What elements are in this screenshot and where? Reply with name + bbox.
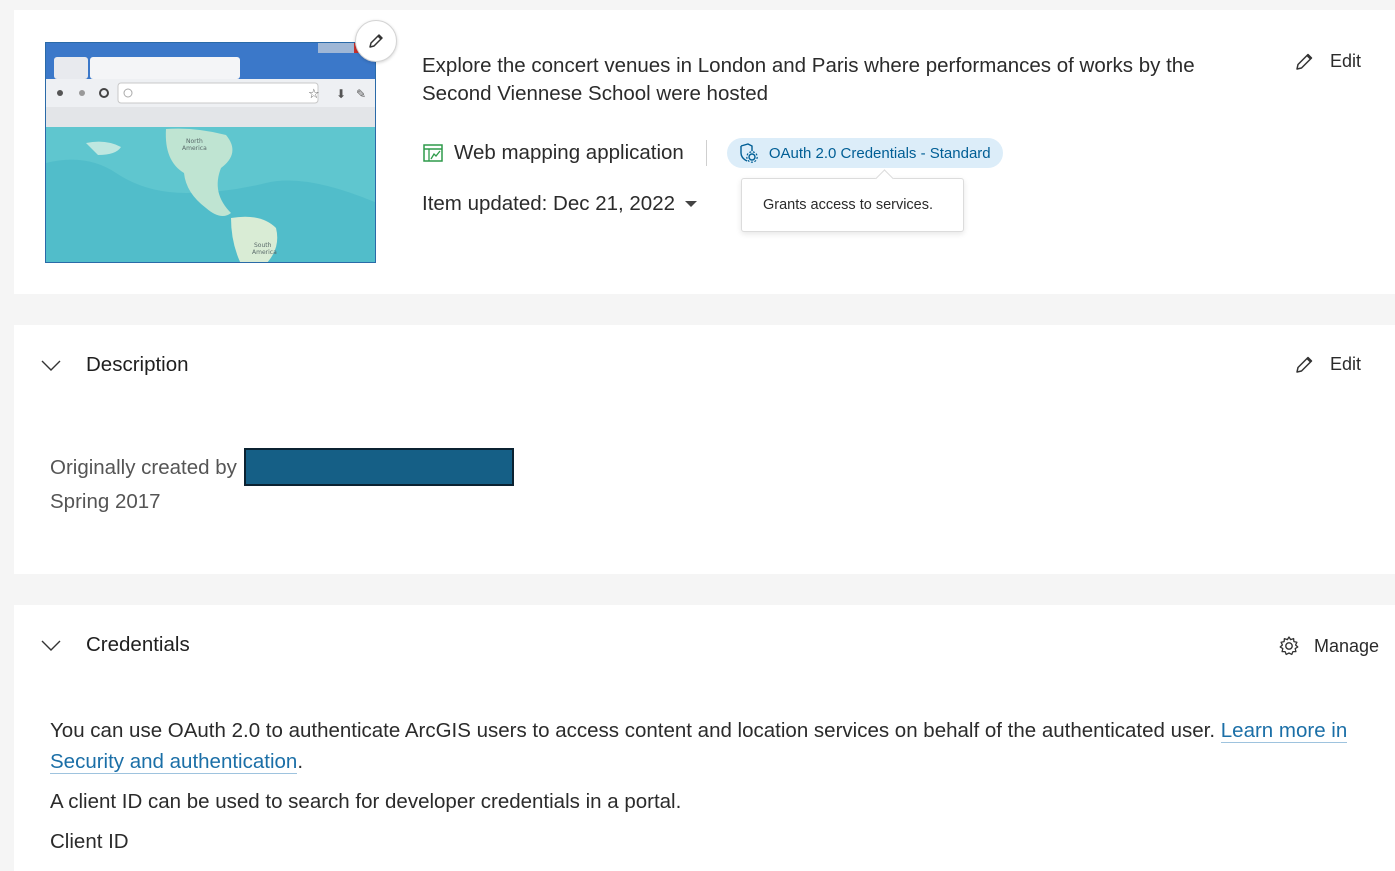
web-map-app-icon: [422, 142, 444, 164]
thumbnail-edit-button[interactable]: [355, 20, 397, 62]
item-thumbnail: ☆ ⬇ ✎ North America South America: [45, 42, 376, 263]
svg-text:South: South: [254, 242, 272, 249]
oauth-credentials-badge[interactable]: OAuth 2.0 Credentials - Standard: [726, 138, 1003, 168]
svg-text:North: North: [186, 138, 203, 145]
edit-label: Edit: [1330, 353, 1362, 374]
pencil-icon: [366, 31, 386, 51]
edit-label: Edit: [1330, 50, 1362, 71]
description-title: Description: [86, 353, 189, 376]
credentials-intro-paragraph: You can use OAuth 2.0 to authenticate Ar…: [50, 715, 1370, 777]
intro-end: .: [297, 750, 304, 773]
credentials-gear-icon: [737, 142, 759, 164]
pencil-icon: [1294, 353, 1316, 375]
svg-text:☆: ☆: [308, 87, 320, 102]
item-type-label: Web mapping application: [454, 141, 684, 164]
credentials-body: You can use OAuth 2.0 to authenticate Ar…: [50, 715, 1370, 857]
chevron-down-icon: [40, 638, 62, 652]
manage-label: Manage: [1314, 635, 1380, 656]
credentials-card: Credentials Manage You can use OAuth 2.0…: [14, 605, 1395, 871]
description-card: Description Edit Originally created by S…: [14, 325, 1395, 574]
description-line-2: Spring 2017: [50, 490, 161, 513]
svg-text:✎: ✎: [356, 87, 366, 101]
client-id-label: Client ID: [50, 830, 129, 853]
description-body: Originally created by Spring 2017: [50, 448, 514, 517]
description-edit-button[interactable]: Edit: [1294, 353, 1361, 375]
item-updated-label: Item updated: Dec 21, 2022: [422, 192, 676, 215]
badge-tooltip: Grants access to services.: [741, 178, 964, 232]
pencil-icon: [1294, 50, 1316, 72]
svg-text:America: America: [182, 145, 207, 152]
item-overview-card: ☆ ⬇ ✎ North America South America Explor…: [14, 10, 1395, 294]
credentials-intro: You can use OAuth 2.0 to authenticate Ar…: [50, 719, 1216, 742]
client-id-note: A client ID can be used to search for de…: [50, 790, 682, 813]
tooltip-text: Grants access to services.: [763, 197, 934, 213]
description-toggle[interactable]: Description: [40, 353, 189, 377]
summary-edit-button[interactable]: Edit: [1294, 50, 1361, 72]
gear-icon: [1278, 635, 1300, 657]
badge-label: OAuth 2.0 Credentials - Standard: [768, 144, 991, 162]
item-summary: Explore the concert venues in London and…: [422, 54, 1195, 105]
caret-down-icon: [685, 201, 698, 207]
item-type-row: Web mapping application OAuth 2.0 Creden…: [422, 138, 1003, 168]
manage-credentials-button[interactable]: Manage: [1278, 635, 1379, 657]
description-line-1: Originally created by: [50, 455, 237, 479]
chevron-down-icon: [40, 358, 62, 372]
divider: [705, 140, 707, 166]
credentials-toggle[interactable]: Credentials: [40, 633, 190, 657]
svg-text:America: America: [252, 249, 277, 256]
svg-text:⬇: ⬇: [336, 87, 346, 101]
redacted-name: [243, 448, 514, 486]
item-updated-dropdown[interactable]: Item updated: Dec 21, 2022: [422, 192, 698, 216]
credentials-title: Credentials: [86, 633, 190, 656]
thumbnail-wrapper: ☆ ⬇ ✎ North America South America: [45, 20, 397, 263]
